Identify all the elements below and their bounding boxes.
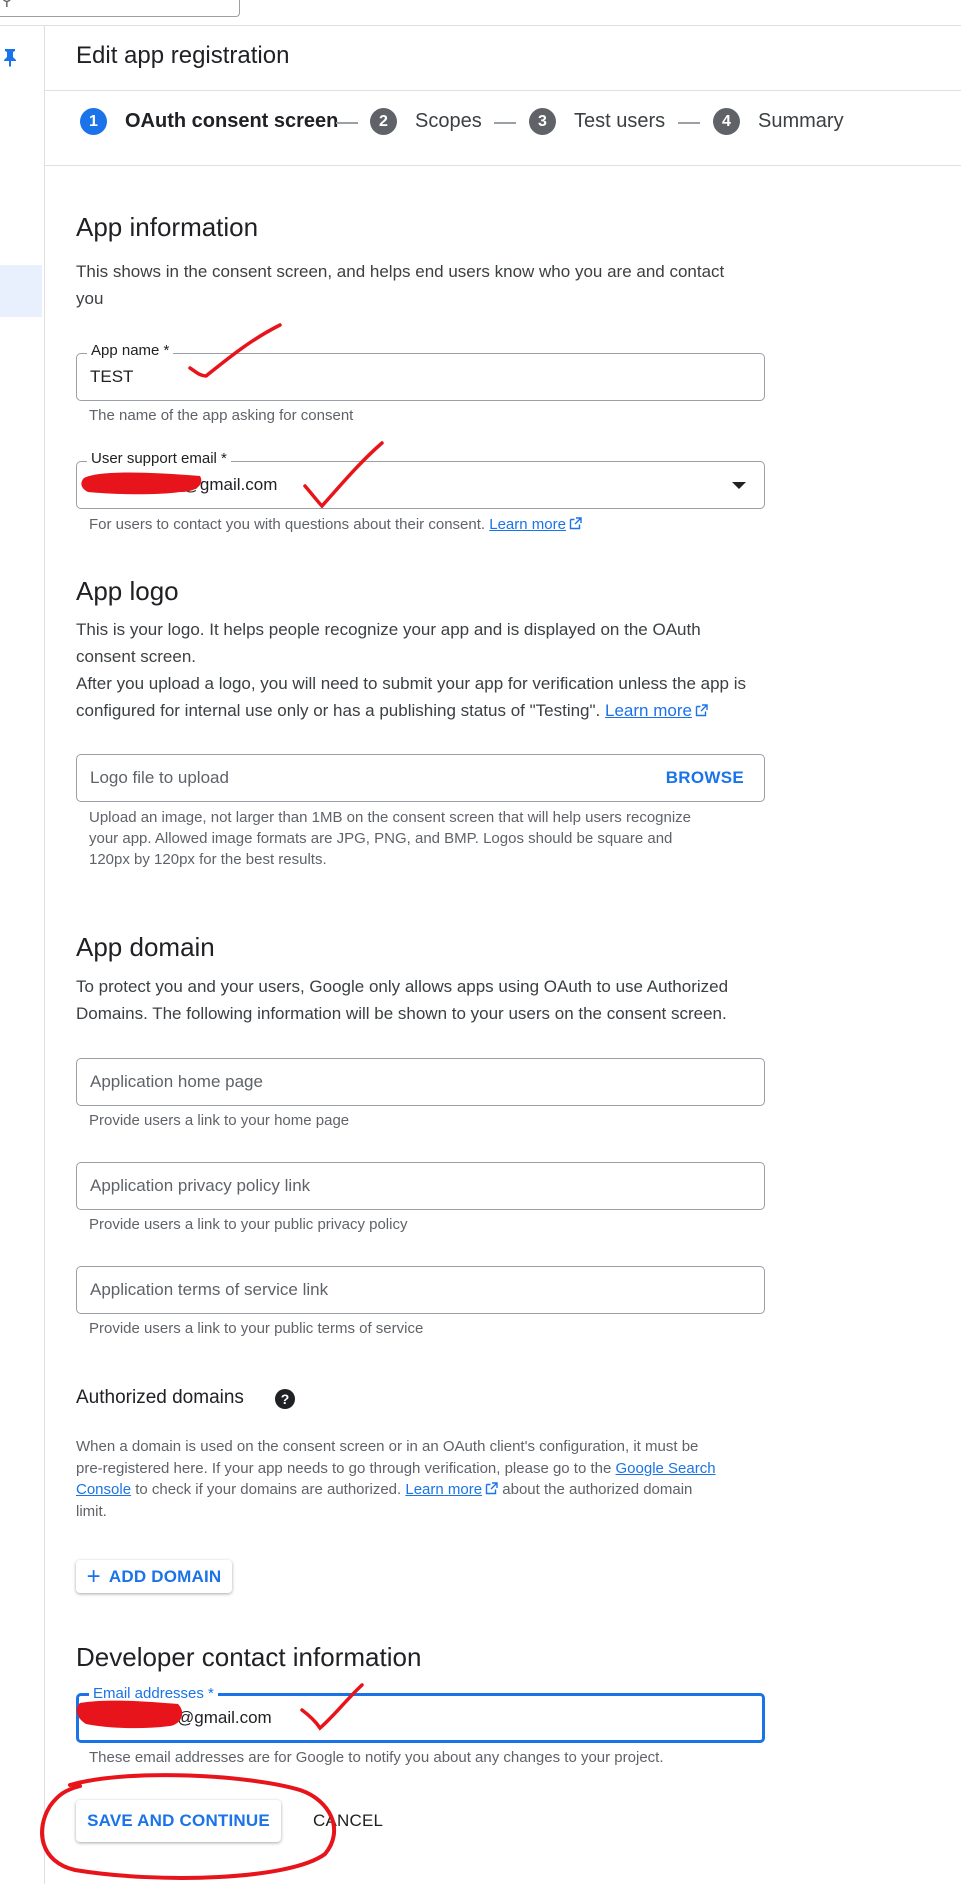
- header-divider: [0, 25, 961, 26]
- desc-line: This is your logo. It helps people recog…: [76, 620, 701, 639]
- helper-line: 120px by 120px for the best results.: [89, 851, 327, 868]
- external-link-icon: [569, 517, 582, 530]
- step-test-users[interactable]: 3 Test users: [529, 108, 665, 135]
- pin-icon[interactable]: [2, 47, 18, 67]
- home-page-helper: Provide users a link to your home page: [89, 1112, 350, 1129]
- google-search-console-link[interactable]: Console: [76, 1481, 131, 1498]
- developer-email-input[interactable]: Email addresses * @gmail.com: [76, 1685, 765, 1743]
- app-name-helper: The name of the app asking for consent: [89, 407, 354, 424]
- desc-line: configured for internal use only or has …: [76, 701, 601, 720]
- developer-email-label: Email addresses *: [89, 1685, 218, 1702]
- rail-active-highlight: [0, 265, 42, 317]
- desc-line: This shows in the consent screen, and he…: [76, 262, 725, 281]
- authorized-domains-desc: When a domain is used on the consent scr…: [76, 1436, 766, 1522]
- desc-line: to check if your domains are authorized.: [135, 1481, 402, 1498]
- terms-placeholder: Application terms of service link: [90, 1280, 329, 1299]
- top-search-field[interactable]: ⚲: [0, 0, 240, 17]
- app-info-heading: App information: [76, 212, 259, 242]
- helper-text: For users to contact you with questions …: [89, 516, 486, 533]
- browse-button[interactable]: BROWSE: [666, 768, 744, 788]
- desc-line: consent screen.: [76, 647, 197, 666]
- plus-icon: +: [86, 1562, 101, 1590]
- step-number: 3: [529, 108, 556, 135]
- step-connector: [494, 122, 516, 124]
- support-email-helper: For users to contact you with questions …: [89, 514, 749, 535]
- desc-line: To protect you and your users, Google on…: [76, 977, 729, 996]
- step-connector: [336, 122, 358, 124]
- developer-email-value: @gmail.com: [177, 1708, 272, 1727]
- developer-contact-heading: Developer contact information: [76, 1642, 422, 1672]
- learn-more-link[interactable]: Learn more: [489, 516, 566, 533]
- app-name-label: App name *: [87, 342, 174, 359]
- desc-line: about the authorized domain: [502, 1481, 693, 1498]
- privacy-policy-input[interactable]: Application privacy policy link: [76, 1162, 765, 1210]
- title-divider: [44, 90, 961, 91]
- app-domain-desc: To protect you and your users, Google on…: [76, 973, 776, 1027]
- logo-helper: Upload an image, not larger than 1MB on …: [89, 807, 749, 870]
- app-domain-heading: App domain: [76, 932, 215, 962]
- step-number: 4: [713, 108, 740, 135]
- authorized-domains-heading: Authorized domains: [76, 1387, 244, 1408]
- desc-line: limit.: [76, 1502, 107, 1520]
- step-oauth-consent[interactable]: 1 OAuth consent screen: [80, 108, 338, 135]
- search-icon: ⚲: [1, 0, 13, 9]
- step-label: Scopes: [415, 110, 482, 132]
- app-info-desc: This shows in the consent screen, and he…: [76, 258, 776, 312]
- helper-line: Upload an image, not larger than 1MB on …: [89, 809, 692, 826]
- support-email-label: User support email *: [87, 450, 231, 467]
- terms-helper: Provide users a link to your public term…: [89, 1320, 424, 1337]
- add-domain-button[interactable]: + ADD DOMAIN: [76, 1560, 232, 1593]
- app-logo-desc: This is your logo. It helps people recog…: [76, 616, 776, 724]
- helper-line: your app. Allowed image formats are JPG,…: [89, 830, 673, 847]
- step-summary[interactable]: 4 Summary: [713, 108, 844, 135]
- learn-more-link[interactable]: Learn more: [405, 1481, 482, 1498]
- desc-line: After you upload a logo, you will need t…: [76, 674, 746, 693]
- learn-more-link[interactable]: Learn more: [605, 701, 692, 720]
- external-link-icon: [695, 704, 708, 717]
- privacy-policy-helper: Provide users a link to your public priv…: [89, 1216, 408, 1233]
- desc-line: you: [76, 289, 104, 308]
- step-scopes[interactable]: 2 Scopes: [370, 108, 482, 135]
- help-icon[interactable]: ?: [275, 1389, 295, 1409]
- desc-line: Domains. The following information will …: [76, 1004, 727, 1023]
- home-page-placeholder: Application home page: [90, 1072, 263, 1091]
- home-page-input[interactable]: Application home page: [76, 1058, 765, 1106]
- app-name-value: TEST: [90, 367, 134, 386]
- page-title: Edit app registration: [76, 42, 290, 69]
- desc-line: pre-registered here. If your app needs t…: [76, 1459, 612, 1477]
- step-number: 1: [80, 108, 107, 135]
- dropdown-arrow-icon[interactable]: [732, 482, 746, 489]
- step-label: Summary: [758, 110, 844, 132]
- save-and-continue-button[interactable]: SAVE AND CONTINUE: [76, 1800, 281, 1842]
- app-logo-heading: App logo: [76, 576, 179, 606]
- privacy-policy-placeholder: Application privacy policy link: [90, 1176, 311, 1195]
- desc-line: When a domain is used on the consent scr…: [76, 1438, 699, 1455]
- terms-of-service-input[interactable]: Application terms of service link: [76, 1266, 765, 1314]
- add-domain-label: ADD DOMAIN: [108, 1566, 222, 1586]
- step-number: 2: [370, 108, 397, 135]
- external-link-icon: [485, 1482, 498, 1495]
- logo-upload-placeholder: Logo file to upload: [90, 768, 229, 787]
- app-name-field[interactable]: App name * TEST: [76, 342, 765, 401]
- stepper-divider: [44, 165, 961, 166]
- user-support-email-select[interactable]: User support email * r@gmail.com: [76, 450, 765, 509]
- cancel-button[interactable]: CANCEL: [313, 1811, 383, 1831]
- step-label: Test users: [574, 110, 666, 132]
- logo-upload-field[interactable]: Logo file to upload BROWSE: [76, 754, 765, 802]
- google-search-console-link[interactable]: Google Search: [616, 1460, 716, 1477]
- developer-email-helper: These email addresses are for Google to …: [89, 1749, 664, 1766]
- support-email-value: r@gmail.com: [177, 475, 278, 494]
- step-label: OAuth consent screen: [125, 110, 339, 132]
- step-connector: [678, 122, 700, 124]
